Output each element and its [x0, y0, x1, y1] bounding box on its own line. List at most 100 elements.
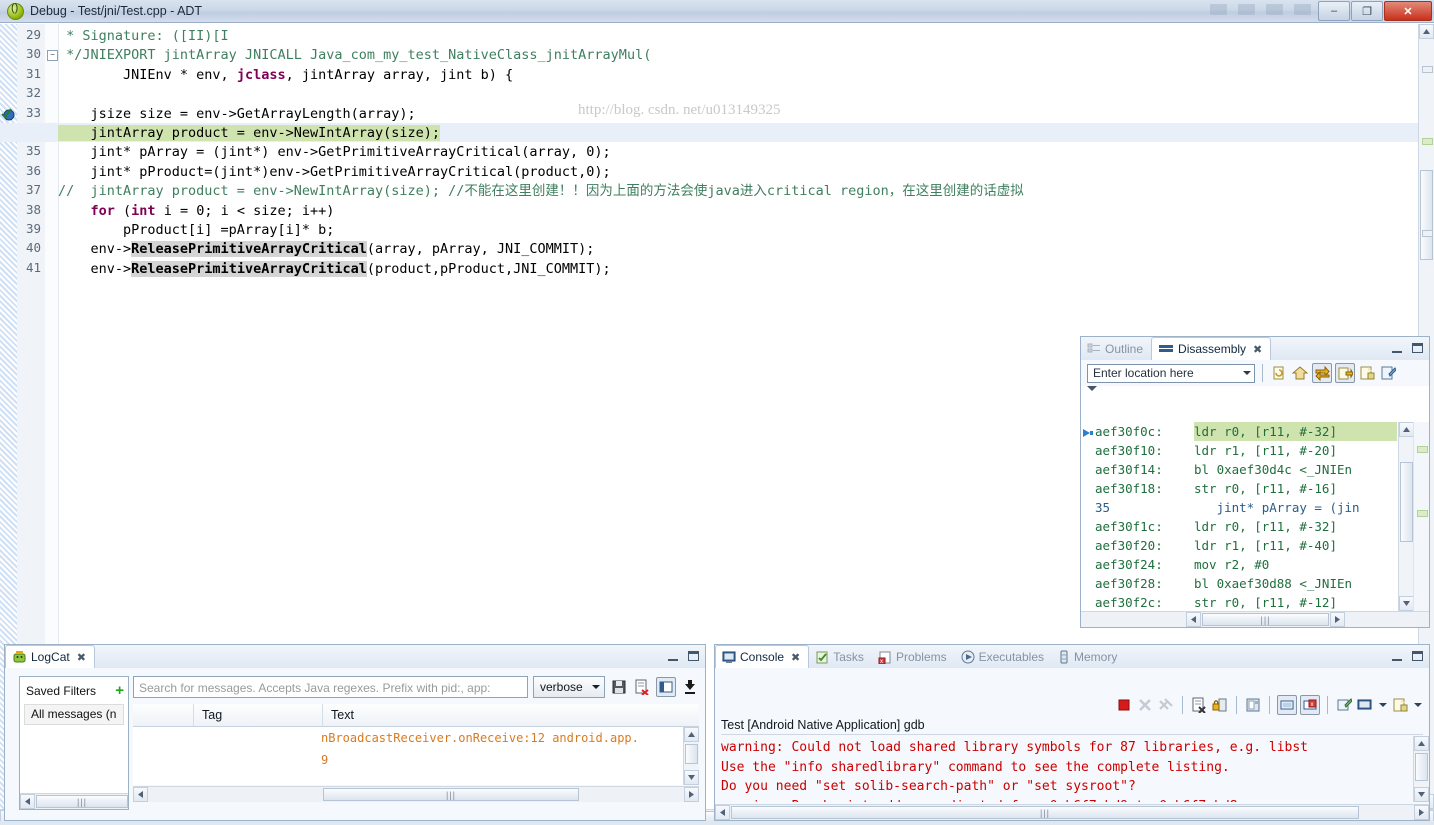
disassembly-hscrollbar[interactable]: |||: [1081, 611, 1429, 627]
disassembly-vscrollbar[interactable]: [1398, 422, 1414, 611]
open-console-icon[interactable]: [1356, 696, 1374, 714]
disassembly-row[interactable]: 35 jint* pArray = (jin: [1081, 498, 1429, 517]
logcat-messages[interactable]: nBroadcastReceiver.onReceive:12 android.…: [133, 727, 699, 785]
scroll-thumb[interactable]: [1420, 170, 1433, 260]
disassembly-row[interactable]: aef30f2c: str r0, [r11, #-12]: [1081, 593, 1429, 612]
scroll-thumb[interactable]: |||: [323, 788, 579, 801]
scroll-left-icon[interactable]: [715, 805, 730, 820]
minimize-view-icon[interactable]: [1388, 647, 1406, 665]
disassembly-row[interactable]: aef30f24: mov r2, #0: [1081, 555, 1429, 574]
scroll-up-icon[interactable]: [1419, 24, 1434, 39]
code-line[interactable]: jsize size = env->GetArrayLength(array);: [58, 105, 1418, 124]
disassembly-listing[interactable]: aef30f0c: ldr r0, [r11, #-32] aef30f10: ldr…: [1081, 422, 1429, 627]
new-console-icon[interactable]: [1391, 696, 1409, 714]
disassembly-row[interactable]: aef30f18: str r0, [r11, #-16]: [1081, 479, 1429, 498]
code-line[interactable]: jintArray product = env->NewIntArray(siz…: [58, 124, 1418, 143]
toggle-symbols-icon[interactable]: [1335, 363, 1355, 383]
scroll-lock-console-icon[interactable]: [1211, 696, 1229, 714]
logcat-level-select[interactable]: verbose: [533, 676, 605, 698]
code-line[interactable]: */JNIEXPORT jintArray JNICALL Java_com_m…: [58, 46, 1418, 65]
scroll-thumb[interactable]: |||: [1202, 613, 1329, 626]
code-line[interactable]: env->ReleasePrimitiveArrayCritical(array…: [58, 240, 1418, 259]
logcat-vscrollbar[interactable]: [683, 727, 699, 785]
tab-memory[interactable]: Memory: [1052, 646, 1125, 668]
filter-item-all-messages[interactable]: All messages (n: [24, 704, 124, 725]
scroll-up-icon[interactable]: [1399, 422, 1414, 437]
open-console-dropdown-icon[interactable]: [1377, 694, 1388, 716]
code-line[interactable]: env->ReleasePrimitiveArrayCritical(produ…: [58, 260, 1418, 279]
scroll-thumb[interactable]: |||: [36, 795, 128, 808]
code-line[interactable]: [58, 85, 1418, 104]
home-icon[interactable]: [1291, 364, 1309, 382]
close-icon[interactable]: ✖: [77, 651, 86, 664]
code-line[interactable]: jint* pProduct=(jint*)env->GetPrimitiveA…: [58, 163, 1418, 182]
display-selected-console-icon[interactable]: [1277, 695, 1297, 715]
scroll-thumb[interactable]: [1415, 753, 1428, 781]
tab-problems[interactable]: x Problems: [872, 646, 955, 668]
scroll-right-icon[interactable]: [1414, 805, 1429, 820]
maximize-view-icon[interactable]: [1408, 647, 1426, 665]
disassembly-row[interactable]: aef30f28: bl 0xaef30d88 <_JNIEn: [1081, 574, 1429, 593]
scroll-left-icon[interactable]: [1186, 612, 1201, 627]
scroll-down-icon[interactable]: [684, 770, 699, 785]
disassembly-row[interactable]: aef30f20: ldr r1, [r11, #-40]: [1081, 536, 1429, 555]
logcat-filters-hscrollbar[interactable]: |||: [20, 793, 128, 809]
scroll-thumb[interactable]: |||: [731, 806, 1359, 819]
minimize-view-icon[interactable]: [1388, 339, 1406, 357]
code-line[interactable]: // jintArray product = env->NewIntArray(…: [58, 182, 1418, 201]
edit-disassembly-icon[interactable]: [1379, 364, 1397, 382]
disassembly-row[interactable]: aef30f14: bl 0xaef30d4c <_JNIEn: [1081, 460, 1429, 479]
maximize-view-icon[interactable]: [684, 647, 702, 665]
open-console-error-icon[interactable]: x: [1300, 695, 1320, 715]
code-line[interactable]: JNIEnv * env, jclass, jintArray array, j…: [58, 66, 1418, 85]
tab-disassembly[interactable]: Disassembly ✖: [1151, 337, 1272, 361]
restore-button[interactable]: ❐: [1351, 1, 1383, 21]
tab-logcat[interactable]: LogCat ✖: [5, 645, 95, 669]
scroll-left-icon[interactable]: [20, 794, 35, 809]
close-icon[interactable]: ✖: [1253, 343, 1262, 356]
new-console-dropdown-icon[interactable]: [1412, 694, 1423, 716]
location-input[interactable]: Enter location here: [1087, 363, 1255, 383]
scroll-thumb[interactable]: [685, 744, 698, 764]
tab-console[interactable]: Console ✖: [715, 645, 810, 669]
close-button[interactable]: ✕: [1384, 1, 1432, 21]
scroll-up-icon[interactable]: [684, 727, 699, 742]
console-vscrollbar[interactable]: [1413, 736, 1429, 802]
close-icon[interactable]: ✖: [791, 651, 800, 664]
tab-executables[interactable]: Executables: [955, 646, 1052, 668]
logcat-search-input[interactable]: Search for messages. Accepts Java regexe…: [133, 676, 528, 698]
tab-outline[interactable]: Outline: [1081, 338, 1151, 360]
code-line[interactable]: pProduct[i] =pArray[i]* b;: [58, 221, 1418, 240]
scroll-left-icon[interactable]: [133, 787, 148, 802]
toggle-source-icon[interactable]: [1312, 363, 1332, 383]
code-line[interactable]: for (int i = 0; i < size; i++): [58, 202, 1418, 221]
add-filter-icon[interactable]: +: [115, 682, 124, 699]
clear-log-icon[interactable]: [633, 678, 651, 696]
console-output[interactable]: warning: Could not load shared library s…: [721, 738, 1409, 802]
new-console-view-icon[interactable]: [1335, 696, 1353, 714]
scroll-right-icon[interactable]: [1330, 612, 1345, 627]
toggle-logcat-view-icon[interactable]: [656, 677, 676, 697]
logcat-hscrollbar[interactable]: |||: [133, 786, 699, 802]
clear-console-icon[interactable]: [1190, 696, 1208, 714]
terminate-icon[interactable]: [1115, 696, 1133, 714]
scroll-lock-icon[interactable]: [681, 678, 699, 696]
code-line[interactable]: * Signature: ([II)[I: [58, 27, 1418, 46]
tab-tasks[interactable]: Tasks: [809, 646, 872, 668]
minimize-view-icon[interactable]: [664, 647, 682, 665]
scroll-up-icon[interactable]: [1414, 736, 1429, 751]
refresh-disassembly-icon[interactable]: [1270, 364, 1288, 382]
scroll-down-icon[interactable]: [1414, 787, 1429, 802]
pin-console-icon[interactable]: [1244, 696, 1262, 714]
scroll-down-icon[interactable]: [1399, 596, 1414, 611]
save-log-icon[interactable]: [610, 678, 628, 696]
disassembly-row[interactable]: aef30f1c: ldr r0, [r11, #-32]: [1081, 517, 1429, 536]
code-line[interactable]: jint* pArray = (jint*) env->GetPrimitive…: [58, 143, 1418, 162]
disassembly-menu-icon[interactable]: [1087, 386, 1097, 391]
maximize-view-icon[interactable]: [1408, 339, 1426, 357]
scroll-thumb[interactable]: [1400, 462, 1413, 542]
minimize-button[interactable]: –: [1318, 1, 1350, 21]
new-disassembly-icon[interactable]: [1358, 364, 1376, 382]
scroll-right-icon[interactable]: [684, 787, 699, 802]
disassembly-row[interactable]: aef30f10: ldr r1, [r11, #-20]: [1081, 441, 1429, 460]
